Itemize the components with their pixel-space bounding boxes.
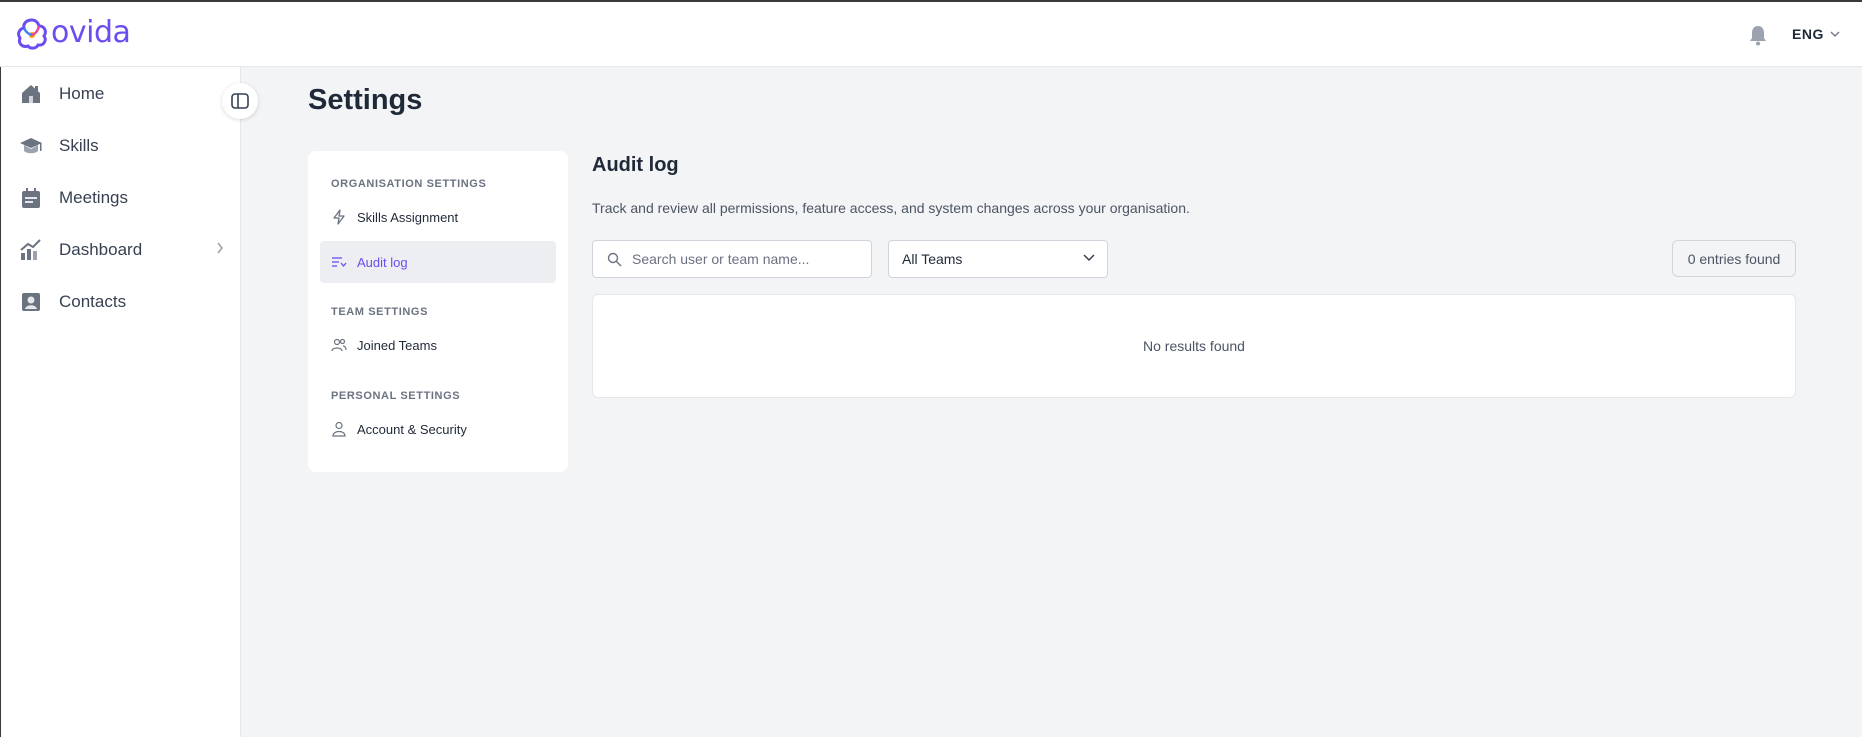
empty-state-message: No results found	[1143, 338, 1245, 354]
users-icon	[331, 337, 347, 353]
chevron-right-icon	[217, 242, 223, 254]
settings-item-label: Skills Assignment	[357, 209, 459, 225]
team-filter-select[interactable]: All Teams	[888, 240, 1108, 278]
graduation-cap-icon	[19, 134, 43, 158]
logo-icon	[17, 18, 47, 50]
search-input[interactable]	[632, 251, 852, 267]
chevron-down-icon	[1830, 31, 1840, 37]
results-table: No results found	[592, 294, 1796, 398]
chart-icon	[19, 238, 43, 262]
settings-item-joined-teams[interactable]: Joined Teams	[320, 324, 556, 366]
sidebar-item-label: Dashboard	[59, 240, 143, 259]
top-bar: ovida ENG	[0, 0, 1862, 67]
sidebar-item-label: Contacts	[59, 292, 127, 311]
settings-item-label: Joined Teams	[357, 337, 437, 353]
settings-item-skills-assignment[interactable]: Skills Assignment	[320, 196, 556, 238]
search-field[interactable]	[592, 240, 872, 278]
search-icon	[607, 252, 622, 266]
team-filter-value: All Teams	[902, 251, 963, 267]
settings-item-audit-log[interactable]: Audit log	[320, 241, 556, 283]
language-label: ENG	[1792, 26, 1824, 42]
settings-item-label: Audit log	[357, 254, 408, 270]
section-heading-organisation: ORGANISATION SETTINGS	[331, 178, 487, 190]
user-icon	[331, 421, 347, 437]
sidebar: Home Skills Meetings Dashboard Contacts	[0, 67, 241, 737]
section-heading-team: TEAM SETTINGS	[331, 306, 429, 318]
list-filter-icon	[331, 254, 347, 270]
sidebar-item-skills[interactable]: Skills	[19, 128, 234, 164]
settings-item-label: Account & Security	[357, 421, 467, 437]
entries-count-badge: 0 entries found	[1672, 240, 1796, 277]
notification-button[interactable]	[1749, 24, 1767, 51]
settings-item-account-security[interactable]: Account & Security	[320, 408, 556, 450]
audit-log-description: Track and review all permissions, featur…	[592, 200, 1190, 216]
sidebar-toggle-button[interactable]	[222, 83, 258, 119]
home-icon	[19, 82, 43, 106]
sidebar-item-label: Skills	[59, 136, 99, 155]
language-selector[interactable]: ENG	[1792, 26, 1840, 42]
page-title: Settings	[308, 84, 423, 116]
sidebar-item-meetings[interactable]: Meetings	[19, 180, 234, 216]
section-heading-personal: PERSONAL SETTINGS	[331, 390, 461, 402]
ovida-logo[interactable]: ovida	[16, 15, 131, 50]
lightning-icon	[331, 209, 347, 225]
sidebar-item-dashboard[interactable]: Dashboard	[19, 232, 234, 268]
sidebar-item-label: Meetings	[59, 188, 128, 207]
sidebar-item-contacts[interactable]: Contacts	[19, 284, 234, 320]
calendar-icon	[19, 186, 43, 210]
contact-card-icon	[19, 290, 43, 314]
settings-nav-panel: ORGANISATION SETTINGS Skills Assignment …	[308, 151, 568, 472]
sidebar-panel-icon	[231, 93, 249, 109]
sidebar-item-home[interactable]: Home	[19, 76, 234, 112]
audit-log-title: Audit log	[592, 154, 679, 176]
bell-icon	[1750, 26, 1766, 46]
brand-name: ovida	[51, 15, 131, 50]
chevron-down-icon	[1083, 254, 1095, 262]
sidebar-item-label: Home	[59, 84, 105, 103]
